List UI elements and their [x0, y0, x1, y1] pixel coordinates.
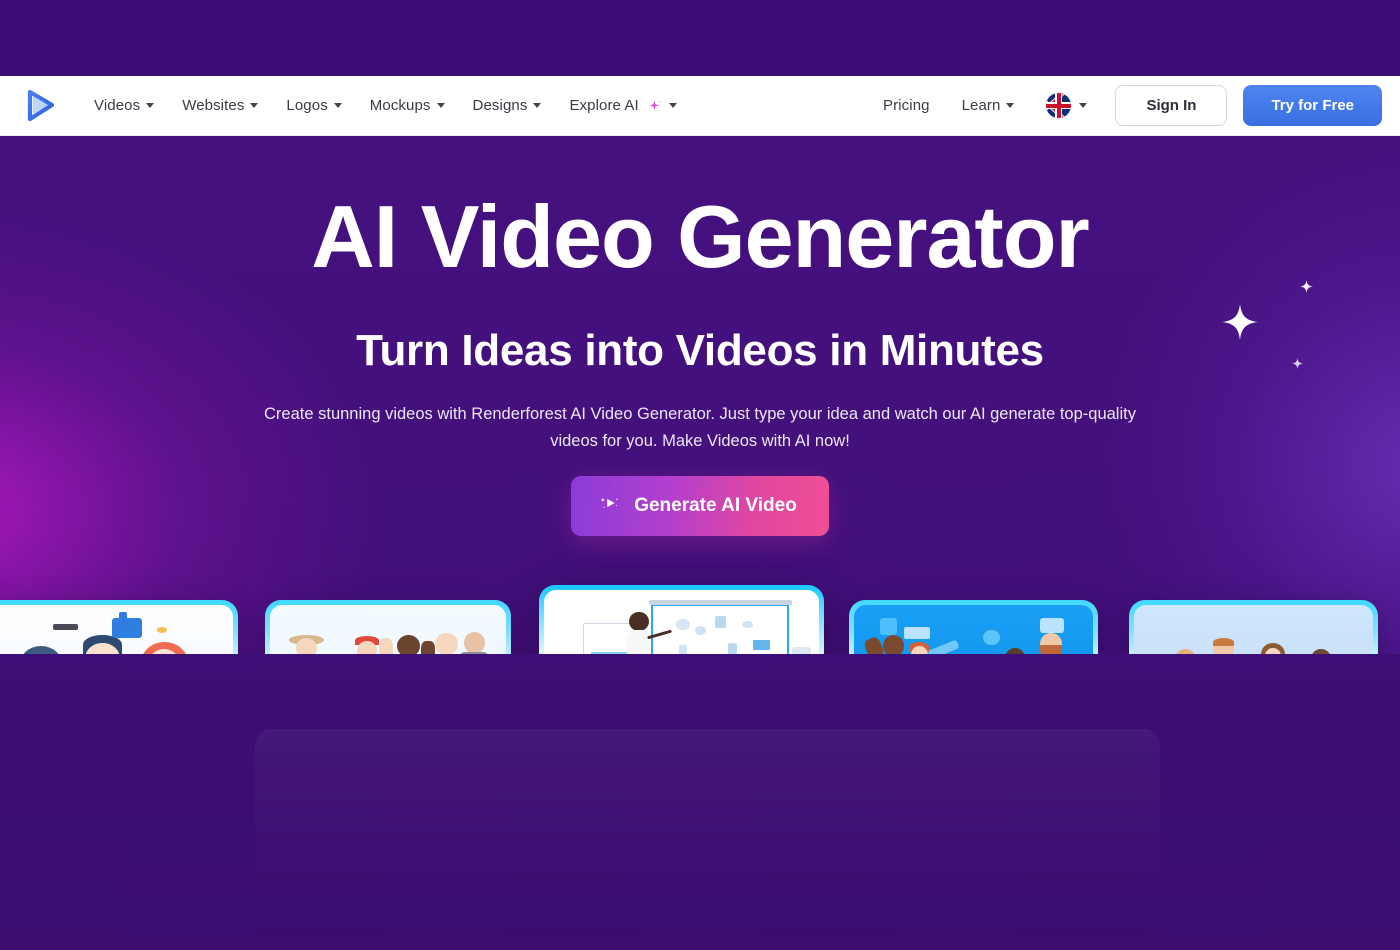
nav-item-designs[interactable]: Designs: [459, 89, 556, 122]
sparkle-icon: [647, 98, 663, 114]
chevron-down-icon: [1006, 103, 1015, 108]
generate-button-label: Generate AI Video: [634, 495, 797, 516]
nav-item-label: Learn: [961, 97, 1001, 114]
nav-secondary-links: Pricing Learn Sign In Try for Free: [869, 85, 1382, 126]
nav-item-learn[interactable]: Learn: [948, 89, 1029, 122]
sparkle-play-icon: [599, 492, 621, 520]
uk-flag-icon: [1046, 93, 1072, 118]
chevron-down-icon: [533, 103, 542, 108]
nav-item-label: Explore AI: [569, 97, 639, 114]
nav-item-label: Pricing: [883, 97, 930, 114]
nav-item-explore-ai[interactable]: Explore AI: [555, 89, 690, 122]
next-section-panel: [0, 654, 1400, 950]
chevron-down-icon: [1079, 103, 1088, 108]
nav-item-label: Logos: [286, 97, 328, 114]
top-strip: [0, 0, 1400, 76]
renderforest-logo[interactable]: [18, 84, 62, 128]
chevron-down-icon: [668, 103, 677, 108]
play-triangle-logo-icon: [27, 89, 55, 121]
hero-subtitle: Turn Ideas into Videos in Minutes: [356, 326, 1044, 375]
chevron-down-icon: [436, 103, 445, 108]
chevron-down-icon: [333, 103, 342, 108]
generate-ai-video-button[interactable]: Generate AI Video: [571, 476, 829, 536]
main-navigation: Videos Websites Logos Mockups Designs Ex…: [0, 76, 1400, 136]
nav-item-label: Videos: [94, 97, 141, 114]
nav-primary-links: Videos Websites Logos Mockups Designs Ex…: [80, 89, 691, 122]
hero-description: Create stunning videos with Renderforest…: [264, 405, 1136, 450]
nav-item-videos[interactable]: Videos: [80, 89, 168, 122]
nav-item-label: Mockups: [369, 97, 431, 114]
hero-section: AI Video Generator Turn Ideas into Video…: [0, 136, 1400, 950]
content-panel: [255, 729, 1160, 949]
hero-cta-container: Generate AI Video: [0, 476, 1400, 536]
sign-in-button[interactable]: Sign In: [1115, 85, 1228, 126]
nav-item-label: Designs: [472, 97, 528, 114]
nav-item-mockups[interactable]: Mockups: [356, 89, 459, 122]
page-title: AI Video Generator: [311, 187, 1089, 286]
nav-item-label: Websites: [182, 97, 245, 114]
nav-item-pricing[interactable]: Pricing: [869, 89, 944, 122]
nav-item-logos[interactable]: Logos: [272, 89, 355, 122]
chevron-down-icon: [250, 103, 259, 108]
chevron-down-icon: [146, 103, 155, 108]
try-for-free-button[interactable]: Try for Free: [1243, 85, 1382, 126]
nav-item-websites[interactable]: Websites: [168, 89, 272, 122]
language-selector[interactable]: [1032, 85, 1097, 126]
